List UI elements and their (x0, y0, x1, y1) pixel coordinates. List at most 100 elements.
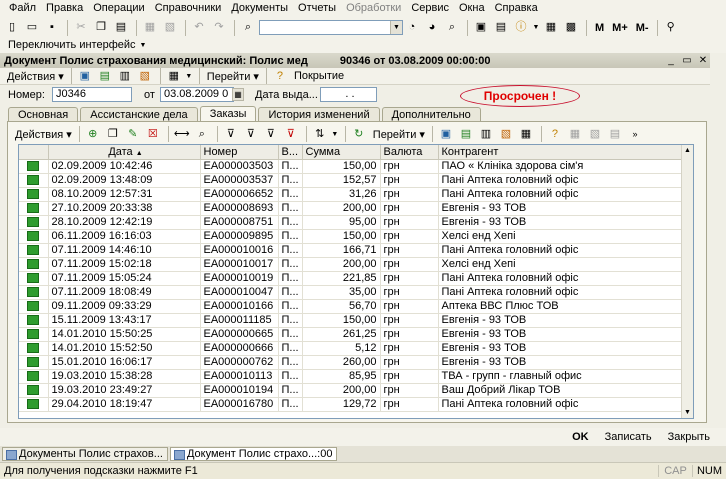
table-scrollbar[interactable]: ▲ ▼ (681, 145, 693, 418)
table-row[interactable]: 19.03.2010 23:49:27 ЕА000010194 П... 200,00… (19, 383, 684, 398)
menu-item-7[interactable]: Сервис (406, 0, 454, 17)
filter-by-value-icon[interactable]: ⊽ (242, 125, 260, 143)
period-icon[interactable]: ⟷ (173, 125, 191, 143)
column-header-currency[interactable]: Валюта (380, 145, 439, 160)
delete-icon[interactable]: ☒ (144, 125, 162, 143)
coverage-button[interactable]: Покрытие (291, 70, 347, 82)
redo-icon[interactable]: ↷ (210, 19, 228, 37)
tab-assistance-cases[interactable]: Ассистанские дела (80, 107, 198, 122)
menu-item-9[interactable]: Справка (490, 0, 543, 17)
find-prev-icon[interactable]: ◕ (423, 19, 441, 37)
memory-add-button[interactable]: M+ (608, 22, 632, 34)
memory-subtract-button[interactable]: M- (632, 22, 653, 34)
filter-icon[interactable]: ⊽ (222, 125, 240, 143)
save-button[interactable]: Записать (597, 431, 660, 443)
table-row[interactable]: 02.09.2009 10:42:46 ЕА000003503 П... 150,00… (19, 159, 684, 174)
chevron-down-icon[interactable]: ▼ (331, 125, 339, 143)
table-goto-menu[interactable]: Перейти ▾ (370, 128, 428, 141)
ok-button[interactable]: OK (564, 431, 597, 443)
column-header-v[interactable]: В... (278, 145, 303, 160)
based-on-icon[interactable]: ▧ (136, 67, 154, 85)
table-row[interactable]: 07.11.2009 15:05:24 ЕА000010019 П... 221,85… (19, 271, 684, 286)
selection-icon[interactable]: ▣ (472, 19, 490, 37)
column-header-date[interactable]: Дата ▲ (48, 145, 201, 160)
refresh-icon[interactable]: ↻ (350, 125, 368, 143)
find-next-icon[interactable]: ◔ (403, 19, 421, 37)
menu-item-8[interactable]: Окна (454, 0, 490, 17)
sort-icon[interactable]: ⇅ (311, 125, 329, 143)
table-row[interactable]: 19.03.2010 15:38:28 ЕА000010113 П... 85,95 г… (19, 369, 684, 384)
info-icon[interactable]: ⓘ (512, 19, 530, 37)
structure-icon[interactable]: ▥ (477, 125, 495, 143)
find-icon[interactable]: ⌕ (443, 19, 461, 37)
search-icon[interactable]: ⌕ (239, 19, 257, 37)
menu-item-4[interactable]: Документы (226, 0, 293, 17)
column-header-counterparty[interactable]: Контрагент (438, 145, 684, 160)
copy-row-icon[interactable]: ❐ (104, 125, 122, 143)
table-row[interactable]: 14.01.2010 15:52:50 ЕА000000666 П... 5,12 гр… (19, 341, 684, 356)
taskbar-item-documents-list[interactable]: Документы Полис страхов... (2, 447, 168, 461)
column-header-icon[interactable] (19, 145, 49, 160)
clear-filter-icon[interactable]: ⊽ (282, 125, 300, 143)
save-icon[interactable]: ▪ (43, 19, 61, 37)
menu-item-5[interactable]: Отчеты (293, 0, 341, 17)
open-icon[interactable]: ▭ (23, 19, 41, 37)
table-row[interactable]: 08.10.2009 12:57:31 ЕА000006652 П... 31,26 г… (19, 187, 684, 202)
more-icon[interactable]: » (626, 125, 644, 143)
table-row[interactable]: 27.10.2009 20:33:38 ЕА000008693 П... 200,00… (19, 201, 684, 216)
settings-icon[interactable]: ▤ (606, 125, 624, 143)
structure-icon[interactable]: ▥ (116, 67, 134, 85)
menu-item-3[interactable]: Справочники (150, 0, 227, 17)
memory-button[interactable]: M (591, 22, 608, 34)
print-icon[interactable]: ▦ (141, 19, 159, 37)
tab-main[interactable]: Основная (8, 107, 79, 122)
calculator-icon[interactable]: ▩ (562, 19, 580, 37)
search-combo[interactable]: ▼ (259, 20, 403, 35)
chevron-down-icon[interactable]: ▼ (390, 21, 402, 34)
calendar-icon[interactable]: ▦ (542, 19, 560, 37)
scroll-up-icon[interactable]: ▲ (682, 145, 693, 156)
preview-icon[interactable]: ▧ (161, 19, 179, 37)
new-icon[interactable]: ▯ (3, 19, 21, 37)
close-icon[interactable]: ✕ (696, 55, 710, 66)
undo-icon[interactable]: ↶ (190, 19, 208, 37)
movements-icon[interactable]: ▤ (96, 67, 114, 85)
tab-change-history[interactable]: История изменений (258, 107, 380, 122)
menu-item-0[interactable]: Файл (4, 0, 41, 17)
table-row[interactable]: 28.10.2009 12:42:19 ЕА000008751 П... 95,00 г… (19, 215, 684, 230)
chevron-down-icon[interactable]: ▼ (185, 67, 193, 85)
table-row[interactable]: 07.11.2009 14:46:10 ЕА000010016 П... 166,71… (19, 243, 684, 258)
paste-icon[interactable]: ▤ (112, 19, 130, 37)
table-row[interactable]: 07.11.2009 18:08:49 ЕА000010047 П... 35,00 г… (19, 285, 684, 300)
movements-icon[interactable]: ▤ (457, 125, 475, 143)
help-icon[interactable]: ? (271, 67, 289, 85)
goto-menu[interactable]: Перейти ▾ (204, 70, 262, 83)
add-icon[interactable]: ⊕ (84, 125, 102, 143)
preview-icon[interactable]: ▧ (586, 125, 604, 143)
search-row-icon[interactable]: ⌕ (193, 125, 211, 143)
cut-icon[interactable]: ✂ (72, 19, 90, 37)
issue-date-field[interactable]: . . (320, 87, 377, 102)
print-icon[interactable]: ▦ (566, 125, 584, 143)
menu-item-2[interactable]: Операции (88, 0, 149, 17)
close-button[interactable]: Закрыть (660, 431, 718, 443)
table-row[interactable]: 07.11.2009 15:02:18 ЕА000010017 П... 200,00… (19, 257, 684, 272)
number-field[interactable]: J0346 (52, 87, 132, 102)
table-row[interactable]: 09.11.2009 09:33:29 ЕА000010166 П... 56,70 г… (19, 299, 684, 314)
customize-icon[interactable]: ⚲ (662, 19, 680, 37)
post-icon[interactable]: ▣ (437, 125, 455, 143)
filter-list-icon[interactable]: ⊽ (262, 125, 280, 143)
help-icon[interactable]: ? (546, 125, 564, 143)
table-row[interactable]: 06.11.2009 16:16:03 ЕА000009895 П... 150,00… (19, 229, 684, 244)
based-on-icon[interactable]: ▧ (497, 125, 515, 143)
tab-additional[interactable]: Дополнительно (381, 107, 481, 122)
table-row[interactable]: 15.11.2009 13:43:17 ЕА000011185 П... 150,00… (19, 313, 684, 328)
copy-icon[interactable]: ❐ (92, 19, 110, 37)
date-field[interactable]: 03.08.2009 0 (160, 87, 234, 102)
chevron-down-icon[interactable]: ▼ (140, 42, 147, 49)
taskbar-item-current-document[interactable]: Документ Полис страхо...:00 (169, 447, 338, 461)
calendar-icon[interactable]: ▦ (232, 88, 244, 101)
minimize-icon[interactable]: _ (664, 55, 678, 66)
table-row[interactable]: 14.01.2010 15:50:25 ЕА000000665 П... 261,25… (19, 327, 684, 342)
maximize-icon[interactable]: ▭ (680, 55, 694, 66)
